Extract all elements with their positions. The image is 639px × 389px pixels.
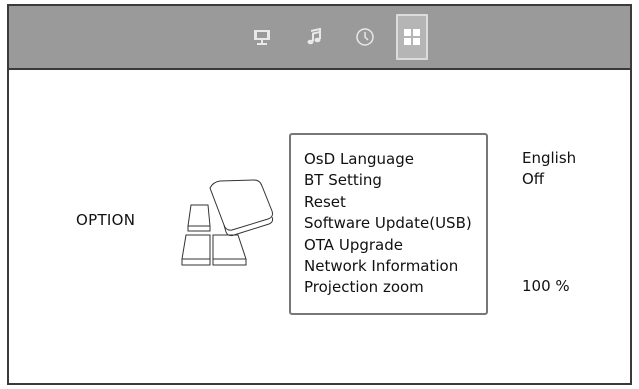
menu-item-reset[interactable]: Reset (304, 192, 472, 213)
osd-language-value: English (522, 149, 577, 167)
section-label: OPTION (76, 211, 136, 229)
option-illustration (158, 172, 274, 278)
menu-item-projection-zoom[interactable]: Projection zoom (304, 277, 472, 298)
menu-item-osd-language[interactable]: OsD Language (304, 149, 472, 170)
top-tab-bar (9, 6, 630, 70)
grid-icon (403, 28, 421, 46)
menu-item-ota-upgrade[interactable]: OTA Upgrade (304, 235, 472, 256)
tab-sound[interactable] (298, 14, 330, 60)
menu-item-bt-setting[interactable]: BT Setting (304, 170, 472, 191)
monitor-icon (253, 28, 271, 46)
tab-picture[interactable] (246, 14, 278, 60)
projection-zoom-value: 100 % (522, 277, 570, 295)
bt-setting-value: Off (522, 170, 545, 188)
clock-icon (355, 27, 375, 47)
menu-item-network-information[interactable]: Network Information (304, 256, 472, 277)
tab-time[interactable] (349, 14, 381, 60)
menu-item-software-update[interactable]: Software Update(USB) (304, 213, 472, 234)
option-cube-icon (181, 179, 274, 266)
tab-option[interactable] (396, 14, 428, 60)
option-menu-list: OsD Language BT Setting Reset Software U… (304, 149, 472, 299)
music-note-icon (306, 28, 322, 46)
